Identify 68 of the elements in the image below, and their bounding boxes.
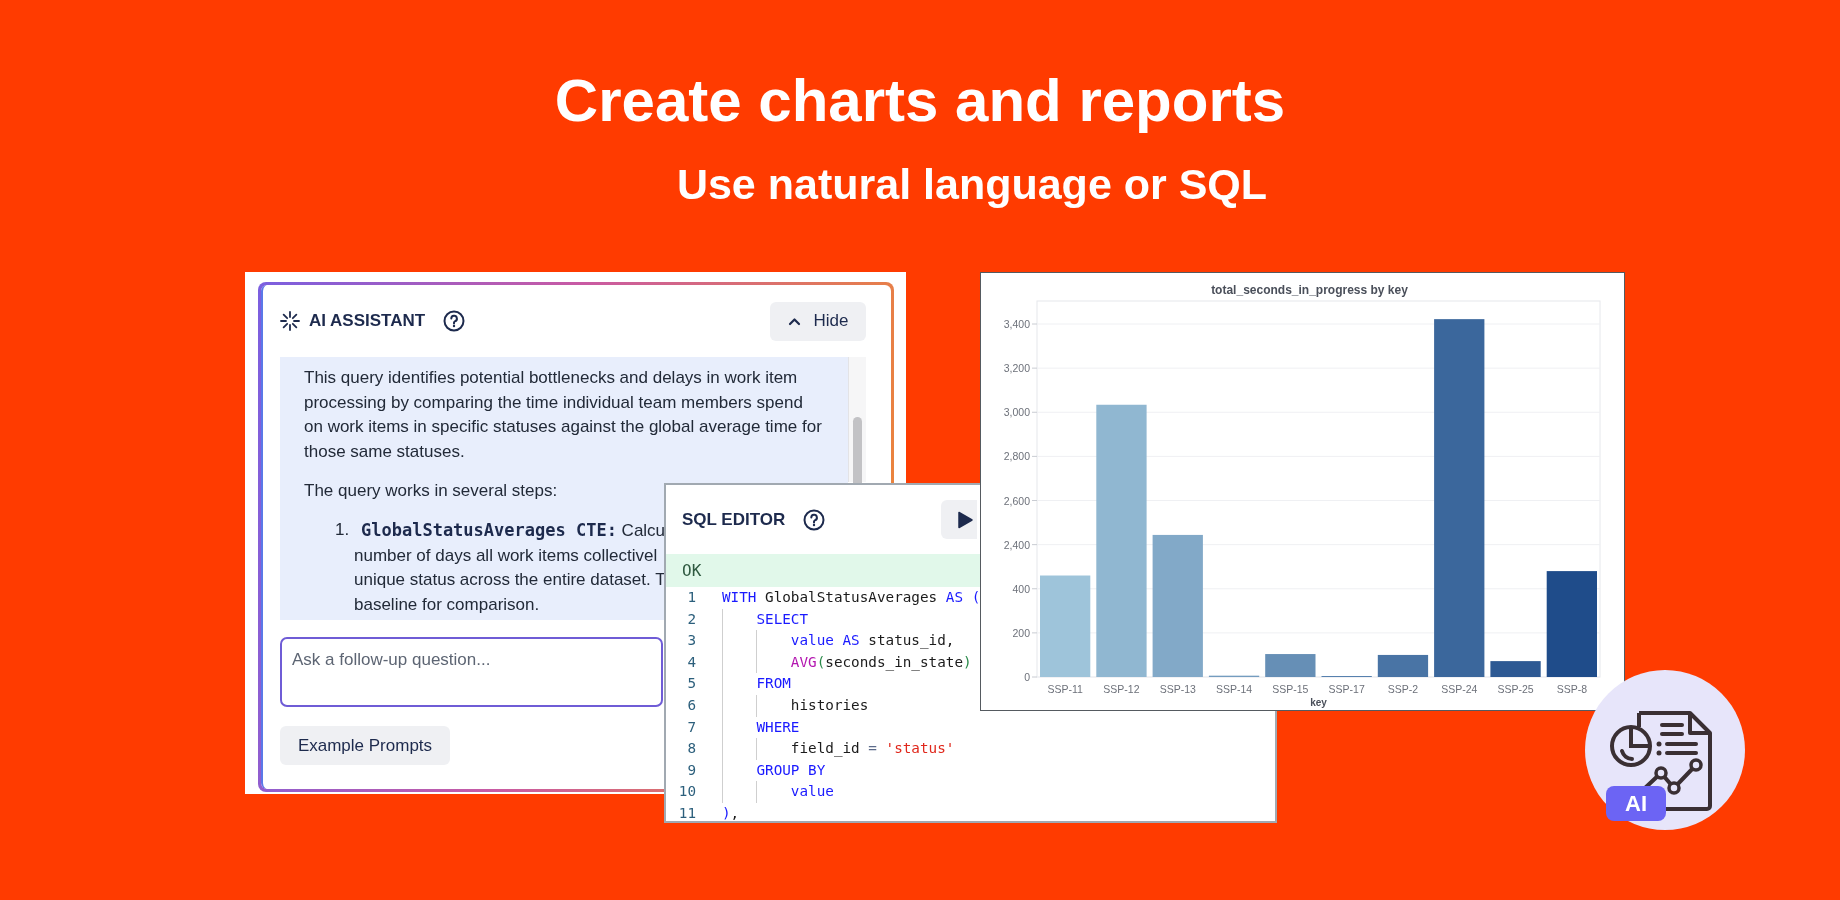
axis-label: 3,200 <box>1003 362 1030 375</box>
code-line: WHERE <box>722 716 800 739</box>
axis-label: 3,400 <box>1003 318 1030 330</box>
axis-label: 2,600 <box>1003 494 1030 507</box>
help-icon[interactable] <box>443 310 466 332</box>
caret-icon <box>787 315 801 327</box>
axis-label: SSP-2 <box>1387 683 1419 695</box>
list-number: 1. <box>335 519 351 541</box>
code-line: GROUP BY <box>722 759 826 782</box>
line-number: 6 <box>686 695 696 715</box>
step-text: GlobalStatusAverages CTE: Calcu <box>361 521 666 540</box>
axis-label: SSP-11 <box>1047 683 1083 695</box>
step-text: unique status across the entire dataset. T <box>354 570 666 589</box>
code-line: WITH GlobalStatusAverages AS ( <box>722 588 981 607</box>
subheadline: Use natural language or SQL <box>676 159 1268 210</box>
axis-label: SSP-14 <box>1215 683 1253 695</box>
axis-label: SSP-12 <box>1103 683 1140 695</box>
line-number: 1 <box>686 588 696 607</box>
axis-label: SSP-13 <box>1159 683 1196 695</box>
code-line: field_id = 'status' <box>722 738 955 760</box>
run-button[interactable] <box>941 500 978 539</box>
step-text: number of days all work items collectivel <box>354 545 658 565</box>
help-icon[interactable] <box>803 508 826 531</box>
panel-title: AI ASSISTANT <box>309 311 426 331</box>
code-line: FROM <box>722 673 791 695</box>
axis-label: SSP-8 <box>1556 683 1588 695</box>
line-number: 10 <box>677 782 696 802</box>
input-field[interactable]: Ask a follow-up question... <box>280 637 663 707</box>
line-number: 11 <box>677 803 696 823</box>
code-line: histories <box>722 694 869 717</box>
sparkle-icon <box>280 311 300 331</box>
bar <box>1265 654 1316 677</box>
headline: Create charts and reports <box>554 66 1286 136</box>
line-number: 4 <box>686 652 696 672</box>
axis-label: SSP-17 <box>1328 683 1365 695</box>
axis-label: 200 <box>1012 626 1030 639</box>
axis-label: SSP-15 <box>1272 683 1309 695</box>
line-number: 7 <box>686 717 696 737</box>
line-number: 5 <box>686 674 696 694</box>
axis-title: key <box>1310 697 1327 708</box>
code-line: AVG(seconds_in_state) <box>722 651 972 674</box>
line-number: 9 <box>686 760 696 780</box>
axis-label: 2,400 <box>1003 538 1030 551</box>
bar <box>1490 661 1541 677</box>
axis-label: 2,800 <box>1003 450 1030 463</box>
report-icon <box>1609 710 1714 812</box>
code-line: value <box>722 781 834 803</box>
message-text: This query identifies potential bottlenecks and delays in work item processing by comparing the time individual team members spend on work items in specific statuses against the global average time for those same statuses. <box>304 367 822 463</box>
code-line: SELECT <box>722 608 809 631</box>
panel-title: SQL EDITOR <box>682 509 786 530</box>
bar <box>1377 654 1429 677</box>
hide-button[interactable]: Hide <box>770 301 866 341</box>
scrollbar[interactable] <box>848 357 866 482</box>
step-text: baseline for comparison. <box>354 594 540 614</box>
line-number: 2 <box>686 609 696 629</box>
axis-label: SSP-25 <box>1497 683 1534 695</box>
code-line: value AS status_id, <box>722 630 955 652</box>
play-icon <box>957 510 975 529</box>
axis-label: 0 <box>1024 671 1030 683</box>
code-line: ), <box>722 803 740 823</box>
message-text: The query works in several steps: <box>304 480 558 502</box>
axis-label: SSP-24 <box>1441 683 1478 695</box>
chart-title: total_seconds_in_progress by key <box>1211 283 1408 297</box>
axis-label: 3,000 <box>1003 406 1030 419</box>
example-prompts-button[interactable]: Example Prompts <box>280 726 450 765</box>
line-number: 3 <box>686 631 696 651</box>
line-number: 8 <box>686 739 696 759</box>
ai-label: AI <box>1606 786 1666 821</box>
